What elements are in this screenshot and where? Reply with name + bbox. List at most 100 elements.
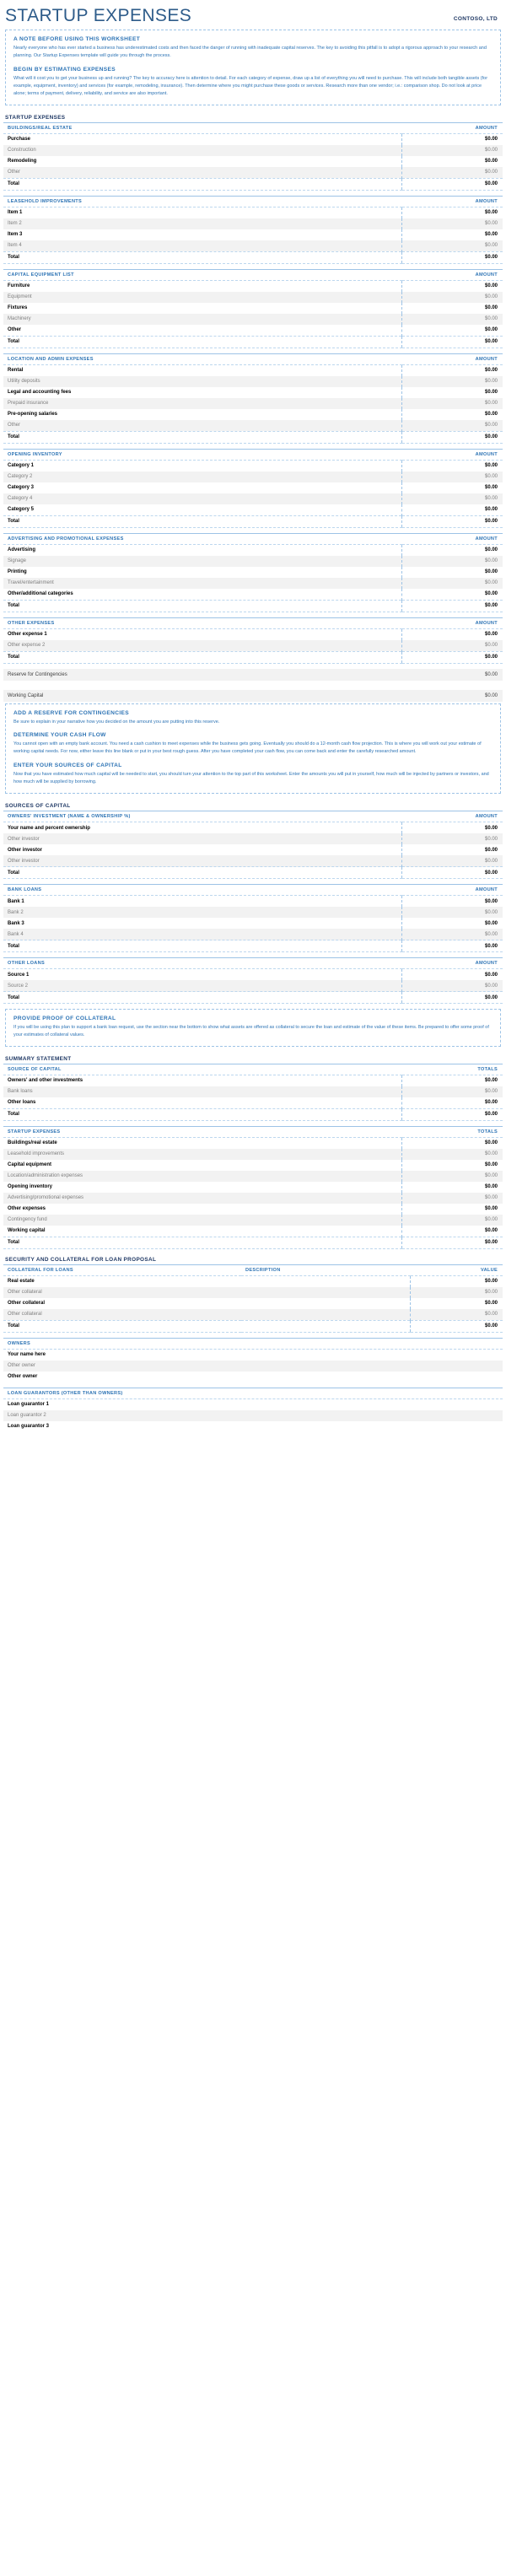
table-row[interactable]: Travel/entertainment $0.00 bbox=[3, 577, 503, 589]
row-amount[interactable]: $0.00 bbox=[401, 1225, 503, 1237]
table-row[interactable]: Pre-opening salaries $0.00 bbox=[3, 408, 503, 420]
row-amount[interactable]: $0.00 bbox=[401, 1192, 503, 1204]
table-row[interactable]: Category 5 $0.00 bbox=[3, 504, 503, 516]
row-amount[interactable]: $0.00 bbox=[401, 1075, 503, 1086]
table-row[interactable]: Bank 1 $0.00 bbox=[3, 895, 503, 908]
table-row[interactable]: Item 3 $0.00 bbox=[3, 229, 503, 240]
row-description[interactable] bbox=[241, 1275, 410, 1287]
row-amount[interactable]: $0.00 bbox=[401, 844, 503, 856]
row-amount[interactable]: $0.00 bbox=[401, 639, 503, 652]
row-label[interactable]: Other owner bbox=[3, 1371, 503, 1382]
row-amount[interactable]: $0.00 bbox=[401, 386, 503, 398]
row-amount[interactable]: $0.00 bbox=[401, 929, 503, 940]
row-amount[interactable]: $0.00 bbox=[401, 240, 503, 252]
table-row[interactable]: Item 1 $0.00 bbox=[3, 207, 503, 218]
table-row[interactable]: Category 1 $0.00 bbox=[3, 460, 503, 472]
table-row[interactable]: Working Capital $0.00 bbox=[3, 689, 503, 702]
table-row[interactable]: Item 2 $0.00 bbox=[3, 218, 503, 229]
table-row[interactable]: Category 2 $0.00 bbox=[3, 471, 503, 482]
row-amount[interactable]: $0.00 bbox=[401, 493, 503, 504]
table-row[interactable]: Buildings/real estate $0.00 bbox=[3, 1137, 503, 1149]
table-row[interactable]: Printing $0.00 bbox=[3, 566, 503, 578]
row-amount[interactable]: $0.00 bbox=[401, 207, 503, 218]
table-row[interactable]: Construction $0.00 bbox=[3, 144, 503, 156]
table-row[interactable]: Other collateral $0.00 bbox=[3, 1297, 503, 1309]
table-row[interactable]: Opening inventory $0.00 bbox=[3, 1181, 503, 1193]
table-row[interactable]: Contingency fund $0.00 bbox=[3, 1214, 503, 1226]
row-amount[interactable]: $0.00 bbox=[401, 833, 503, 845]
table-row[interactable]: Bank 3 $0.00 bbox=[3, 918, 503, 930]
table-row[interactable]: Rental $0.00 bbox=[3, 364, 503, 376]
row-amount[interactable]: $0.00 bbox=[401, 229, 503, 240]
row-amount[interactable]: $0.00 bbox=[401, 907, 503, 919]
table-row[interactable]: Other $0.00 bbox=[3, 419, 503, 432]
row-amount[interactable]: $0.00 bbox=[401, 471, 503, 482]
table-row[interactable]: Other $0.00 bbox=[3, 324, 503, 337]
table-row[interactable]: Purchase $0.00 bbox=[3, 133, 503, 145]
row-amount[interactable]: $0.00 bbox=[401, 980, 503, 992]
table-row[interactable]: Prepaid insurance $0.00 bbox=[3, 397, 503, 409]
row-label[interactable]: Loan guarantor 1 bbox=[3, 1398, 503, 1410]
row-amount[interactable]: $0.00 bbox=[401, 155, 503, 167]
row-amount[interactable]: $0.00 bbox=[401, 822, 503, 834]
row-value[interactable]: $0.00 bbox=[409, 1275, 503, 1287]
row-amount[interactable]: $0.00 bbox=[401, 1181, 503, 1193]
table-row[interactable]: Source 1 $0.00 bbox=[3, 968, 503, 981]
row-amount[interactable]: $0.00 bbox=[401, 397, 503, 409]
working-capital-amount[interactable]: $0.00 bbox=[401, 689, 503, 702]
table-row[interactable]: Leasehold improvements $0.00 bbox=[3, 1148, 503, 1160]
table-row[interactable]: Bank loans $0.00 bbox=[3, 1086, 503, 1097]
row-amount[interactable]: $0.00 bbox=[401, 1148, 503, 1160]
table-row[interactable]: Advertising/promotional expenses $0.00 bbox=[3, 1192, 503, 1204]
table-row[interactable]: Other $0.00 bbox=[3, 166, 503, 179]
row-amount[interactable]: $0.00 bbox=[401, 1137, 503, 1149]
table-row[interactable]: Bank 4 $0.00 bbox=[3, 929, 503, 940]
row-amount[interactable]: $0.00 bbox=[401, 1170, 503, 1182]
table-row[interactable]: Other owner bbox=[3, 1371, 503, 1382]
table-row[interactable]: Other investor $0.00 bbox=[3, 833, 503, 845]
row-label[interactable]: Your name here bbox=[3, 1349, 503, 1361]
row-amount[interactable]: $0.00 bbox=[401, 482, 503, 493]
row-amount[interactable]: $0.00 bbox=[401, 918, 503, 930]
row-amount[interactable]: $0.00 bbox=[401, 324, 503, 337]
row-amount[interactable]: $0.00 bbox=[401, 364, 503, 376]
row-amount[interactable]: $0.00 bbox=[401, 144, 503, 156]
row-amount[interactable]: $0.00 bbox=[401, 577, 503, 589]
table-row[interactable]: Other/additional categories $0.00 bbox=[3, 588, 503, 601]
table-row[interactable]: Signage $0.00 bbox=[3, 555, 503, 567]
row-amount[interactable]: $0.00 bbox=[401, 419, 503, 432]
table-row[interactable]: Source 2 $0.00 bbox=[3, 980, 503, 992]
table-row[interactable]: Other expense 2 $0.00 bbox=[3, 639, 503, 652]
table-row[interactable]: Location/administration expenses $0.00 bbox=[3, 1170, 503, 1182]
row-label[interactable]: Other owner bbox=[3, 1360, 503, 1372]
table-row[interactable]: Other expense 1 $0.00 bbox=[3, 628, 503, 640]
row-amount[interactable]: $0.00 bbox=[401, 166, 503, 179]
table-row[interactable]: Category 4 $0.00 bbox=[3, 493, 503, 504]
row-amount[interactable]: $0.00 bbox=[401, 1214, 503, 1226]
row-amount[interactable]: $0.00 bbox=[401, 218, 503, 229]
row-amount[interactable]: $0.00 bbox=[401, 302, 503, 314]
reserve-amount[interactable]: $0.00 bbox=[401, 668, 503, 681]
table-row[interactable]: Other investor $0.00 bbox=[3, 844, 503, 856]
table-row[interactable]: Your name and percent ownership $0.00 bbox=[3, 822, 503, 834]
table-row[interactable]: Other expenses $0.00 bbox=[3, 1203, 503, 1215]
table-row[interactable]: Other collateral $0.00 bbox=[3, 1286, 503, 1298]
table-row[interactable]: Bank 2 $0.00 bbox=[3, 907, 503, 919]
row-amount[interactable]: $0.00 bbox=[401, 1159, 503, 1171]
row-amount[interactable]: $0.00 bbox=[401, 375, 503, 387]
table-row[interactable]: Loan guarantor 1 bbox=[3, 1398, 503, 1410]
row-amount[interactable]: $0.00 bbox=[401, 566, 503, 578]
table-row[interactable]: Category 3 $0.00 bbox=[3, 482, 503, 493]
table-row[interactable]: Fixtures $0.00 bbox=[3, 302, 503, 314]
row-amount[interactable]: $0.00 bbox=[401, 291, 503, 303]
table-row[interactable]: Other collateral $0.00 bbox=[3, 1308, 503, 1321]
table-row[interactable]: Legal and accounting fees $0.00 bbox=[3, 386, 503, 398]
table-row[interactable]: Real estate $0.00 bbox=[3, 1275, 503, 1287]
table-row[interactable]: Remodeling $0.00 bbox=[3, 155, 503, 167]
table-row[interactable]: Other investor $0.00 bbox=[3, 855, 503, 867]
table-row[interactable]: Item 4 $0.00 bbox=[3, 240, 503, 252]
row-amount[interactable]: $0.00 bbox=[401, 628, 503, 640]
row-amount[interactable]: $0.00 bbox=[401, 555, 503, 567]
row-amount[interactable]: $0.00 bbox=[401, 1086, 503, 1097]
row-label[interactable]: Loan guarantor 3 bbox=[3, 1420, 503, 1432]
